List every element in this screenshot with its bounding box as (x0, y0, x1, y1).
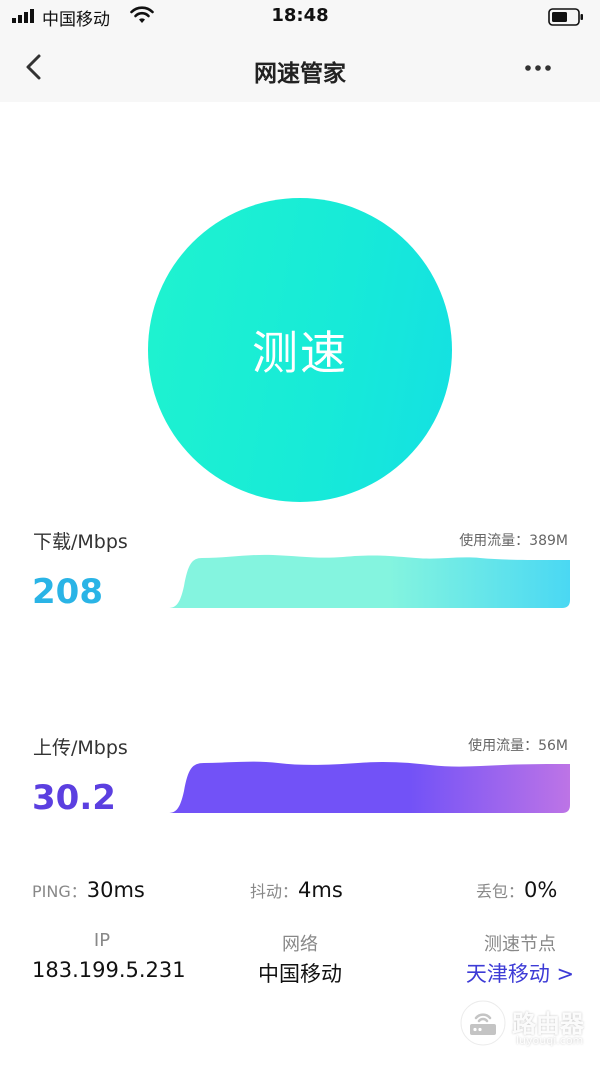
download-speed-value: 208 (32, 572, 103, 612)
upload-wave-area (168, 761, 570, 813)
status-bar: 中国移动 18:48 (0, 0, 600, 34)
speed-test-button[interactable]: 测速 (148, 198, 452, 502)
jitter-label: 抖动： (250, 882, 299, 901)
jitter-value: 4ms (298, 878, 343, 902)
status-time: 18:48 (271, 5, 329, 26)
upload-speed-wave (168, 761, 570, 813)
packet-loss-value: 0% (524, 878, 558, 902)
upload-label: 上传/Mbps (33, 737, 128, 759)
download-speed-wave (168, 554, 570, 608)
ping-value: 30ms (86, 878, 145, 902)
watermark-domain: luyouqi.com (516, 1034, 584, 1047)
test-node-label: 测速节点 (484, 934, 556, 955)
network-value: 中国移动 (258, 962, 342, 986)
download-label: 下载/Mbps (33, 531, 128, 553)
ping-label: PING： (32, 882, 87, 901)
packet-loss-stat: 丢包：0% (476, 878, 557, 902)
more-options-icon[interactable] (520, 56, 556, 80)
navigation-bar: 网速管家 (0, 34, 600, 102)
network-label: 网络 (282, 934, 318, 955)
watermark: 路由器 luyouqi.com (458, 998, 588, 1054)
ping-stat: PING：30ms (32, 878, 145, 902)
jitter-stat: 抖动：4ms (250, 878, 343, 902)
router-logo-icon (460, 1000, 506, 1046)
speed-test-label: 测速 (252, 326, 348, 380)
ip-value: 183.199.5.231 (32, 958, 186, 982)
battery-icon (548, 8, 583, 26)
ip-label: IP (93, 930, 111, 951)
page-title: 网速管家 (254, 61, 346, 87)
upload-speed-value: 30.2 (32, 778, 116, 818)
packet-loss-label: 丢包： (476, 882, 525, 901)
download-wave-area (168, 554, 570, 608)
test-node-link[interactable]: 天津移动 > (455, 958, 585, 988)
